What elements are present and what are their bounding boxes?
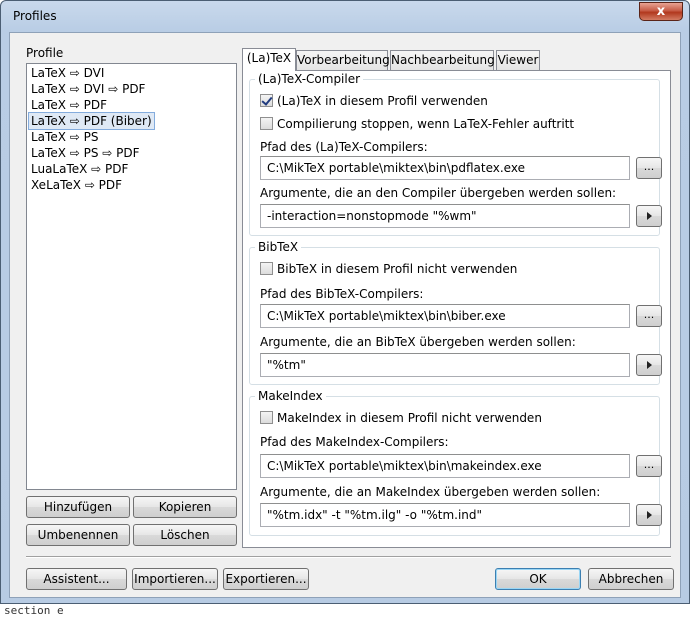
bibtex-group: BibTeX BibTeX in diesem Profil nicht ver… <box>249 240 662 385</box>
dialog-client: Profile LaTeX ⇨ DVI LaTeX ⇨ DVI ⇨ PDF LaTe… <box>9 32 681 598</box>
bibtex-path-input[interactable]: C:\MikTeX portable\miktex\bin\biber.exe <box>260 304 630 328</box>
profile-item[interactable]: XeLaTeX ⇨ PDF <box>29 177 124 193</box>
makeindex-path-label: Pfad des MakeIndex-Compilers: <box>260 435 449 449</box>
tab-viewer[interactable]: Viewer <box>496 50 540 70</box>
titlebar: Profiles x <box>1 1 689 31</box>
bibtex-args-menu-button[interactable] <box>636 354 662 376</box>
makeindex-args-menu-button[interactable] <box>636 504 662 526</box>
latex-stop-check[interactable]: Compilierung stoppen, wenn LaTeX-Fehler … <box>260 117 574 133</box>
makeindex-args-input[interactable]: "%tm.idx" -t "%tm.ilg" -o "%tm.ind" <box>260 503 630 527</box>
profile-item[interactable]: LaTeX ⇨ DVI ⇨ PDF <box>29 81 147 97</box>
latex-args-input[interactable]: -interaction=nonstopmode "%wm" <box>260 204 630 228</box>
profile-item[interactable]: LaTeX ⇨ PS <box>29 129 100 145</box>
play-arrow-icon <box>646 361 652 369</box>
checkbox-icon[interactable] <box>260 411 273 424</box>
bibtex-args-label: Argumente, die an BibTeX übergeben werde… <box>260 335 576 349</box>
makeindex-disable-label: MakeIndex in diesem Profil nicht verwend… <box>277 411 542 425</box>
window-title: Profiles <box>13 9 57 23</box>
bibtex-disable-label: BibTeX in diesem Profil nicht verwenden <box>277 262 518 276</box>
latex-group-title: (La)TeX-Compiler <box>255 72 364 86</box>
import-button[interactable]: Importieren... <box>132 568 218 590</box>
checkbox-checked-icon[interactable] <box>260 94 273 107</box>
latex-path-label: Pfad des (La)TeX-Compilers: <box>260 140 428 154</box>
wizard-button[interactable]: Assistent... <box>26 568 127 590</box>
makeindex-args-label: Argumente, die an MakeIndex übergeben we… <box>260 485 601 499</box>
latex-args-menu-button[interactable] <box>636 205 662 227</box>
delete-profile-button[interactable]: Löschen <box>133 524 237 546</box>
footer-separator <box>26 556 671 558</box>
latex-compiler-group: (La)TeX-Compiler (La)TeX in diesem Profi… <box>249 72 662 236</box>
checkbox-icon[interactable] <box>260 117 273 130</box>
latex-tab-panel: (La)TeX-Compiler (La)TeX in diesem Profi… <box>242 70 671 548</box>
close-button[interactable]: x <box>639 2 683 21</box>
profile-item[interactable]: LuaLaTeX ⇨ PDF <box>29 161 130 177</box>
makeindex-group-title: MakeIndex <box>255 389 326 403</box>
makeindex-browse-button[interactable]: ... <box>636 455 662 477</box>
latex-use-check[interactable]: (La)TeX in diesem Profil verwenden <box>260 94 488 110</box>
profile-item[interactable]: LaTeX ⇨ PS ⇨ PDF <box>29 145 142 161</box>
background-text: section e <box>0 604 692 617</box>
add-profile-button[interactable]: Hinzufügen <box>26 496 130 518</box>
tab-latex[interactable]: (La)TeX <box>242 48 296 71</box>
export-button[interactable]: Exportieren... <box>223 568 309 590</box>
makeindex-path-input[interactable]: C:\MikTeX portable\miktex\bin\makeindex.… <box>260 454 630 478</box>
play-arrow-icon <box>646 511 652 519</box>
profile-item[interactable]: LaTeX ⇨ PDF <box>29 97 109 113</box>
latex-stop-label: Compilierung stoppen, wenn LaTeX-Fehler … <box>277 117 575 131</box>
makeindex-group: MakeIndex MakeIndex in diesem Profil nic… <box>249 389 662 536</box>
bibtex-args-input[interactable]: "%tm" <box>260 353 630 377</box>
copy-profile-button[interactable]: Kopieren <box>133 496 237 518</box>
profile-label: Profile <box>26 46 64 60</box>
latex-browse-button[interactable]: ... <box>636 157 662 179</box>
checkbox-icon[interactable] <box>260 262 273 275</box>
cancel-button[interactable]: Abbrechen <box>588 568 674 590</box>
makeindex-disable-check[interactable]: MakeIndex in diesem Profil nicht verwend… <box>260 411 542 427</box>
profile-item[interactable]: LaTeX ⇨ DVI <box>29 65 106 81</box>
latex-args-label: Argumente, die an den Compiler übergeben… <box>260 186 617 200</box>
tab-vorbearbeitung[interactable]: Vorbearbeitung <box>296 50 390 70</box>
tab-nachbearbeitung[interactable]: Nachbearbeitung <box>390 50 495 70</box>
latex-path-input[interactable]: C:\MikTeX portable\miktex\bin\pdflatex.e… <box>260 156 630 180</box>
rename-profile-button[interactable]: Umbenennen <box>26 524 130 546</box>
play-arrow-icon <box>646 212 652 220</box>
profile-list[interactable]: LaTeX ⇨ DVI LaTeX ⇨ DVI ⇨ PDF LaTeX ⇨ PDF L… <box>26 63 237 490</box>
bibtex-group-title: BibTeX <box>255 240 302 254</box>
profiles-dialog: Profiles x Profile LaTeX ⇨ DVI LaTeX ⇨ DV… <box>0 0 690 604</box>
bibtex-path-label: Pfad des BibTeX-Compilers: <box>260 287 424 301</box>
ok-button[interactable]: OK <box>495 568 581 590</box>
profile-item[interactable]: LaTeX ⇨ PDF (Biber) <box>28 112 155 130</box>
latex-use-label: (La)TeX in diesem Profil verwenden <box>277 94 488 108</box>
bibtex-browse-button[interactable]: ... <box>636 305 662 327</box>
bibtex-disable-check[interactable]: BibTeX in diesem Profil nicht verwenden <box>260 262 517 278</box>
